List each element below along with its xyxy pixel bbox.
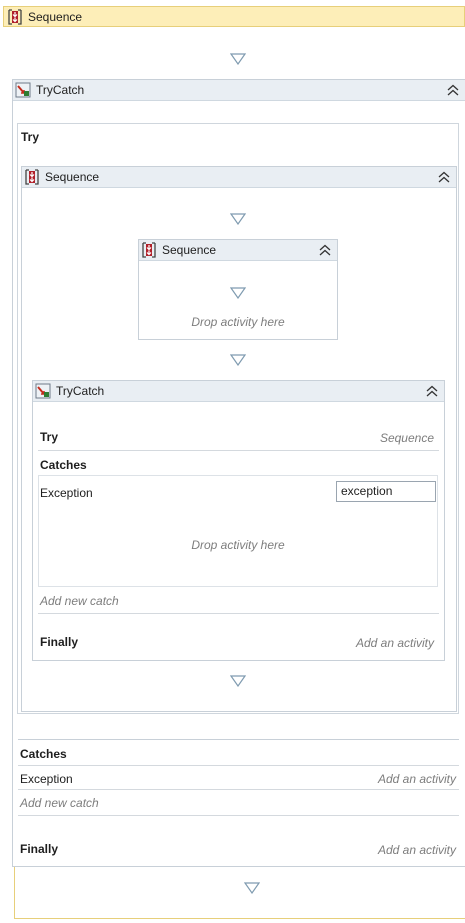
inner-try-label: Try — [40, 430, 59, 444]
add-new-catch-link[interactable]: Add new catch — [40, 594, 119, 608]
inner-try-activity[interactable]: Sequence — [380, 431, 434, 445]
inner-finally-placeholder[interactable]: Add an activity — [356, 636, 434, 650]
nested-sequence-header[interactable]: Sequence — [139, 240, 337, 261]
root-sequence-body — [14, 867, 465, 919]
drop-arrow-icon[interactable] — [230, 287, 246, 299]
outer-catches-label: Catches — [20, 747, 67, 761]
double-chevron-up-icon[interactable] — [317, 242, 333, 258]
sequence-icon — [7, 8, 23, 25]
outer-finally-label: Finally — [20, 842, 59, 856]
inner-catch-exception-type[interactable]: Exception — [40, 486, 93, 500]
double-chevron-up-icon[interactable] — [445, 82, 461, 98]
root-sequence-header[interactable]: Sequence — [3, 6, 465, 27]
try-sequence-header[interactable]: Sequence — [22, 167, 456, 188]
outer-try-label: Try — [21, 130, 40, 144]
exception-variable-field[interactable]: exception — [336, 481, 436, 502]
drop-arrow-icon[interactable] — [230, 675, 246, 687]
outer-catch-placeholder[interactable]: Add an activity — [378, 772, 456, 786]
inner-finally-label: Finally — [40, 635, 79, 649]
add-new-catch-link[interactable]: Add new catch — [20, 796, 99, 810]
double-chevron-up-icon[interactable] — [436, 169, 452, 185]
drop-arrow-icon[interactable] — [230, 213, 246, 225]
trycatch-icon — [35, 383, 51, 399]
try-sequence-title: Sequence — [45, 170, 100, 184]
inner-catches-label: Catches — [40, 458, 87, 472]
drop-arrow-icon[interactable] — [230, 53, 246, 65]
double-chevron-up-icon[interactable] — [424, 383, 440, 399]
outer-finally-placeholder[interactable]: Add an activity — [378, 843, 456, 857]
drop-arrow-icon[interactable] — [244, 882, 260, 894]
nested-sequence-title: Sequence — [162, 243, 217, 257]
inner-trycatch-title: TryCatch — [56, 384, 105, 398]
outer-catch-exception-type[interactable]: Exception — [20, 772, 73, 786]
drop-arrow-icon[interactable] — [230, 354, 246, 366]
sequence-icon — [24, 169, 40, 185]
trycatch-icon — [15, 82, 31, 98]
outer-trycatch-title: TryCatch — [36, 83, 85, 97]
inner-trycatch-header[interactable]: TryCatch — [33, 381, 444, 402]
sequence-icon — [141, 242, 157, 258]
outer-trycatch-header[interactable]: TryCatch — [13, 80, 465, 101]
drop-activity-hint[interactable]: Drop activity here — [38, 538, 438, 552]
root-sequence-title: Sequence — [28, 9, 83, 24]
drop-activity-hint[interactable]: Drop activity here — [139, 315, 337, 329]
